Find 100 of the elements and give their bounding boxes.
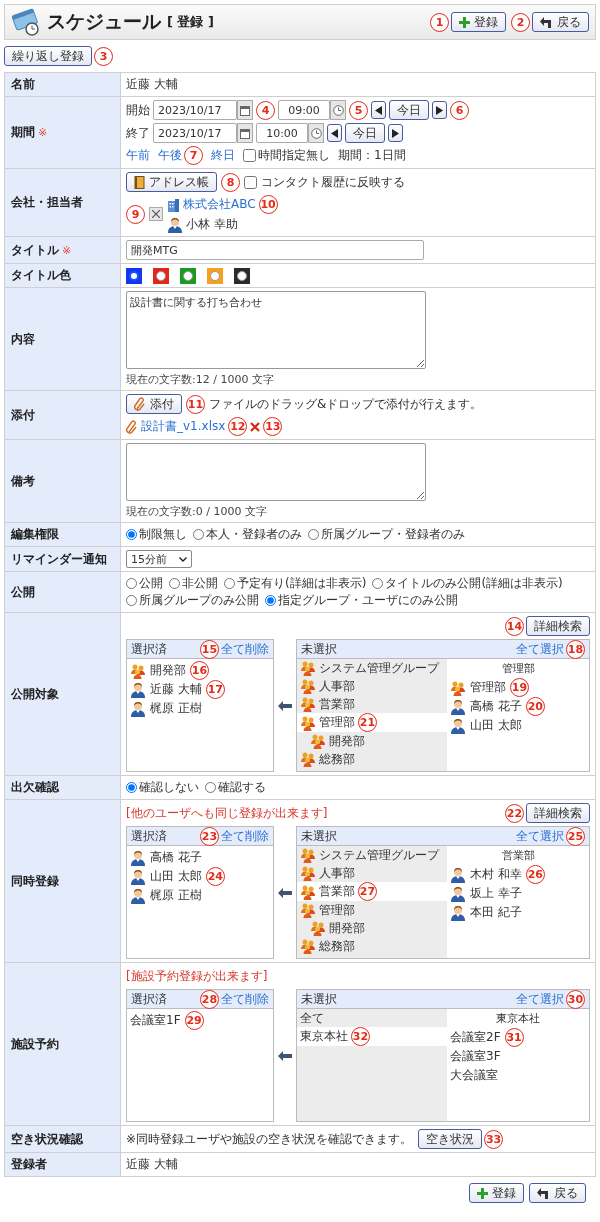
checkbox[interactable] [243,149,256,162]
next-day-button[interactable] [432,101,447,119]
today-button[interactable]: 今日 [345,123,385,143]
list-title: 選択済 [131,990,167,1008]
checkbox[interactable] [244,175,257,189]
list-item[interactable]: 本田 紀子 [450,903,586,922]
tree-item[interactable]: 人事部 [297,864,447,882]
tree-item[interactable]: 全て [297,1009,447,1027]
list-item[interactable]: 開発部 16 [130,661,270,680]
group-icon [300,660,316,676]
calendar-button[interactable] [237,100,253,120]
radio-button[interactable] [126,782,137,793]
list-item[interactable]: 近藤 大輔 17 [130,680,270,699]
list-item[interactable]: 会議室2F 31 [450,1028,586,1047]
list-item[interactable]: 高橋 花子 [130,848,270,867]
calendar-button[interactable] [237,123,253,143]
date-field[interactable]: 2023/10/17 [153,123,237,143]
radio-button[interactable] [308,529,319,540]
field-label: 同時登録 [11,872,59,890]
list-item[interactable]: 木村 和幸 26 [450,865,586,884]
file-link[interactable]: 設計書_v1.xlsx [141,418,226,435]
remove-all-link[interactable]: 全て削除 [221,827,269,845]
tree-item[interactable]: システム管理グループ [297,846,447,864]
color-swatch[interactable] [180,267,196,284]
list-item[interactable]: 大会議室 [450,1066,586,1085]
list-item[interactable]: 高橋 花子 20 [450,697,586,716]
address-book-button[interactable]: アドレス帳 [126,172,217,192]
radio-button[interactable] [224,578,235,589]
tree-item[interactable]: システム管理グループ [297,659,447,677]
color-swatch[interactable] [126,267,142,284]
date-field[interactable]: 2023/10/17 [153,100,237,120]
list-item[interactable]: 管理部 19 [450,678,586,697]
previous-day-button[interactable] [327,124,342,142]
list-item[interactable]: 梶原 正樹 [130,699,270,718]
tree-item[interactable]: 人事部 [297,677,447,695]
search-button[interactable]: 詳細検索 [526,803,590,823]
tree-item[interactable]: 管理部 [297,901,447,919]
search-button[interactable]: 詳細検索 [526,616,590,636]
list-item[interactable]: 山田 太郎 24 [130,867,270,886]
remove-all-link[interactable]: 全て削除 [221,990,269,1008]
tree-item[interactable]: 総務部 [297,937,447,955]
remove-all-link[interactable]: 全て削除 [221,640,269,658]
tree-item[interactable]: 東京本社 32 [297,1027,447,1046]
quick-time-link[interactable]: 午前 [126,147,150,164]
color-swatch[interactable] [234,267,250,284]
tree-item[interactable]: 総務部 [297,750,447,768]
previous-day-button[interactable] [371,101,386,119]
user-icon [130,887,146,904]
register-button[interactable]: 登録 [469,1183,524,1203]
title-field[interactable]: 開発MTG [126,240,424,260]
paperclip-icon [134,397,146,411]
radio-button[interactable] [193,529,204,540]
list-title: 未選択 [301,827,337,845]
radio-button[interactable] [126,595,137,606]
company-link[interactable]: 株式会社ABC [183,196,256,213]
list-item[interactable]: 会議室1F 29 [130,1011,270,1030]
remove-button[interactable] [149,207,163,221]
availability-button[interactable]: 空き状況 [418,1129,483,1149]
tree-item[interactable]: 開発部 [297,919,447,937]
callout-number: 21 [358,713,377,732]
list-item[interactable]: 会議室3F [450,1047,586,1066]
time-field[interactable]: 09:00 [278,100,330,120]
list-item[interactable]: 山田 太郎 [450,716,586,735]
tree-item[interactable]: 開発部 [297,732,447,750]
back-button[interactable]: 戻る [529,1183,586,1203]
user-icon [130,868,146,885]
select-all-link[interactable]: 全て選択 [516,990,564,1008]
tree-item[interactable]: 営業部 [297,695,447,713]
quick-time-link[interactable]: 終日 [211,147,235,164]
reminder-select[interactable]: 15分前 [126,550,192,568]
checkbox-label: 時間指定無し [258,147,330,164]
tree-item[interactable]: 管理部 21 [297,713,447,732]
list-item[interactable]: 梶原 正樹 [130,886,270,905]
repeat-register-button[interactable]: 繰り返し登録 [4,46,92,66]
next-day-button[interactable] [388,124,403,142]
remarks-textarea[interactable] [126,443,426,501]
color-swatch[interactable] [153,267,169,284]
triangle-right-icon [392,128,399,138]
list-item[interactable]: 坂上 幸子 [450,884,586,903]
back-button[interactable]: 戻る [532,12,589,32]
radio-button[interactable] [205,782,216,793]
content-textarea[interactable]: 設計書に関する打ち合わせ [126,291,426,369]
delete-icon[interactable] [250,421,261,432]
attach-button[interactable]: 添付 [126,394,182,414]
radio-button[interactable] [126,529,137,540]
radio-button[interactable] [126,578,137,589]
today-button[interactable]: 今日 [389,100,429,120]
back-arrow-icon [540,16,553,28]
time-field[interactable]: 10:00 [256,123,308,143]
color-swatch[interactable] [207,267,223,284]
register-button[interactable]: 登録 [451,12,506,32]
radio-button[interactable] [372,578,384,589]
select-all-link[interactable]: 全て選択 [516,827,564,845]
radio-button[interactable] [265,595,276,606]
quick-time-link[interactable]: 午後 [158,147,182,164]
select-all-link[interactable]: 全て選択 [516,640,564,658]
callout-number: 16 [190,661,209,680]
field-label: リマインダー通知 [11,550,107,568]
tree-item[interactable]: 営業部 27 [297,882,447,901]
radio-button[interactable] [169,578,180,589]
